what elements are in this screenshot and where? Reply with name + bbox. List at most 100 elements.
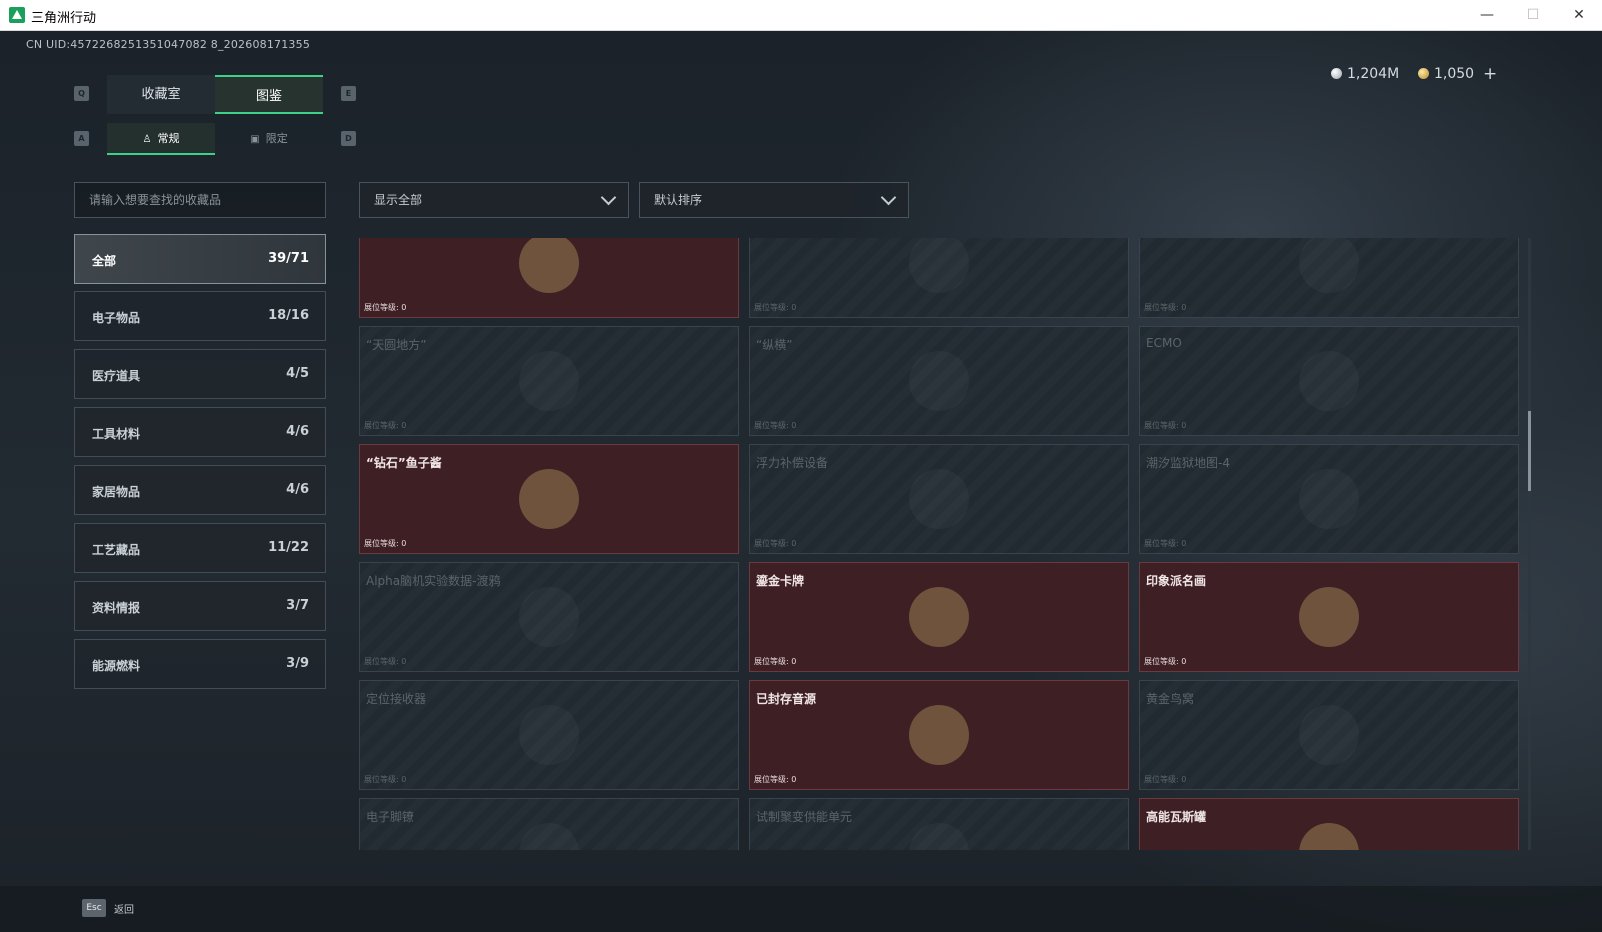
card-name: 电子脚镣	[366, 810, 415, 824]
category-energy[interactable]: 能源燃料 3/9	[74, 639, 326, 689]
key-a-hint: A	[74, 131, 89, 146]
fusion-unit-icon	[909, 823, 969, 850]
collection-card[interactable]: 鎏金卡牌 展位等级: 0	[749, 562, 1129, 672]
card-name: ECMO	[1146, 336, 1182, 350]
card-name: 试制聚变供能单元	[756, 810, 853, 824]
card-name: “天圆地方”	[366, 338, 427, 352]
category-name: 家居物品	[92, 485, 141, 499]
tab-collection-room[interactable]: 收藏室	[107, 75, 215, 114]
card-name: “钻石”鱼子酱	[366, 456, 442, 470]
collection-card[interactable]: 印象派名画 展位等级: 0	[1139, 562, 1519, 672]
uid-label: CN UID:4572268251351047082 8_20260817135…	[26, 38, 311, 51]
collection-card[interactable]: “钻石”鱼子酱展位等级: 0	[359, 444, 739, 554]
key-e-hint: E	[341, 86, 356, 101]
card-name: 鎏金卡牌	[756, 574, 805, 588]
sort-dropdown[interactable]: 默认排序	[639, 182, 909, 218]
gold-amount: 1,050	[1434, 66, 1475, 82]
grid-scroll-thumb[interactable]	[1528, 411, 1531, 491]
category-name: 电子物品	[92, 311, 141, 325]
category-medical[interactable]: 医疗道具 4/5	[74, 349, 326, 399]
minimize-button[interactable]: —	[1464, 0, 1510, 31]
card-level: 展位等级: 0	[1144, 303, 1187, 312]
category-count: 3/9	[286, 656, 309, 671]
collection-card[interactable]: 电子脚镣展位等级: 0	[359, 798, 739, 850]
tab-catalog[interactable]: 图鉴	[215, 75, 323, 114]
robot-arm-icon	[519, 238, 579, 293]
key-q-hint: Q	[74, 86, 89, 101]
collection-card[interactable]: 潮汐监狱地图-4 展位等级: 0	[1139, 444, 1519, 554]
collection-card[interactable]: “纵横” 展位等级: 0	[749, 326, 1129, 436]
category-name: 资料情报	[92, 601, 141, 615]
card-level: 展位等级: 0	[754, 775, 797, 784]
collection-card[interactable]: Alpha脑机实验数据-渡鸦 展位等级: 0	[359, 562, 739, 672]
card-level: 展位等级: 0	[1144, 775, 1187, 784]
silver-currency: 1,204M	[1331, 66, 1399, 82]
window-titlebar: 三角洲行动 — ☐ ✕	[0, 0, 1602, 31]
card-name: 黄金鸟窝	[1146, 692, 1195, 706]
chevron-down-icon	[600, 189, 617, 206]
search-input[interactable]	[74, 182, 326, 218]
subtab-regular[interactable]: ♙ 常规	[107, 123, 215, 155]
painting-icon	[1299, 587, 1359, 647]
category-count: 18/16	[268, 308, 309, 323]
category-count: 3/7	[286, 598, 309, 613]
category-intel[interactable]: 资料情报 3/7	[74, 581, 326, 631]
key-d-hint: D	[341, 131, 356, 146]
collection-card[interactable]: 高能瓦斯罐展位等级: 0	[1139, 798, 1519, 850]
gold-card-icon	[909, 587, 969, 647]
subtab-limited[interactable]: ▣ 限定	[215, 123, 323, 155]
card-level: 展位等级: 0	[364, 421, 407, 430]
category-name: 能源燃料	[92, 659, 141, 673]
collection-card[interactable]: 定位接收器 展位等级: 0	[359, 680, 739, 790]
caviar-tin-icon	[519, 469, 579, 529]
filter-dropdown[interactable]: 显示全部	[359, 182, 629, 218]
category-count: 4/5	[286, 366, 309, 381]
tape-recorder-icon	[909, 705, 969, 765]
card-name: Alpha脑机实验数据-渡鸦	[366, 574, 501, 588]
gold-currency: 1,050	[1418, 66, 1474, 82]
category-electronics[interactable]: 电子物品 18/16	[74, 291, 326, 341]
chevron-down-icon	[880, 189, 897, 206]
map-icon	[1299, 469, 1359, 529]
game-screen: CN UID:4572268251351047082 8_20260817135…	[0, 31, 1602, 932]
card-level: 展位等级: 0	[754, 303, 797, 312]
collection-card[interactable]: “天圆地方” 展位等级: 0	[359, 326, 739, 436]
globe-icon	[519, 351, 579, 411]
collection-card[interactable]: 浮力补偿设备 展位等级: 0	[749, 444, 1129, 554]
category-count: 4/6	[286, 424, 309, 439]
category-name: 医疗道具	[92, 369, 141, 383]
grid-scrollbar[interactable]	[1528, 238, 1531, 850]
vest-icon	[909, 469, 969, 529]
item-grid: 展位等级: 0 展位等级: 0 展位等级: 0 “天圆地方” 展位等级: 0 “纵横” 展位…	[359, 238, 1521, 850]
app-logo-icon	[9, 7, 25, 23]
card-level: 展位等级: 0	[1144, 421, 1187, 430]
collection-card[interactable]: 展位等级: 0	[359, 238, 739, 318]
category-all[interactable]: 全部 39/71	[74, 234, 326, 284]
close-button[interactable]: ✕	[1556, 0, 1602, 31]
card-name: “纵横”	[756, 338, 793, 352]
bowl-icon	[1299, 238, 1359, 293]
collection-card[interactable]: 展位等级: 0	[749, 238, 1129, 318]
category-tools[interactable]: 工具材料 4/6	[74, 407, 326, 457]
card-name: 已封存音源	[756, 692, 817, 706]
collection-card[interactable]: ECMO 展位等级: 0	[1139, 326, 1519, 436]
gas-canister-icon	[1299, 823, 1359, 850]
category-household[interactable]: 家居物品 4/6	[74, 465, 326, 515]
category-count: 4/6	[286, 482, 309, 497]
card-name: 高能瓦斯罐	[1146, 810, 1207, 824]
chessboard-icon	[909, 351, 969, 411]
add-currency-button[interactable]: +	[1483, 64, 1497, 84]
card-level: 展位等级: 0	[754, 539, 797, 548]
bottle-icon: ♙	[142, 134, 152, 145]
silver-coin-icon	[1331, 68, 1342, 79]
back-button[interactable]: 返回	[114, 901, 134, 916]
maximize-button[interactable]: ☐	[1510, 0, 1556, 31]
collection-card[interactable]: 试制聚变供能单元展位等级: 0	[749, 798, 1129, 850]
esc-key-hint[interactable]: Esc	[82, 899, 106, 917]
card-level: 展位等级: 0	[364, 539, 407, 548]
category-crafts[interactable]: 工艺藏品 11/22	[74, 523, 326, 573]
collection-card[interactable]: 已封存音源展位等级: 0	[749, 680, 1129, 790]
card-level: 展位等级: 0	[364, 775, 407, 784]
collection-card[interactable]: 黄金鸟窝展位等级: 0	[1139, 680, 1519, 790]
collection-card[interactable]: 展位等级: 0	[1139, 238, 1519, 318]
